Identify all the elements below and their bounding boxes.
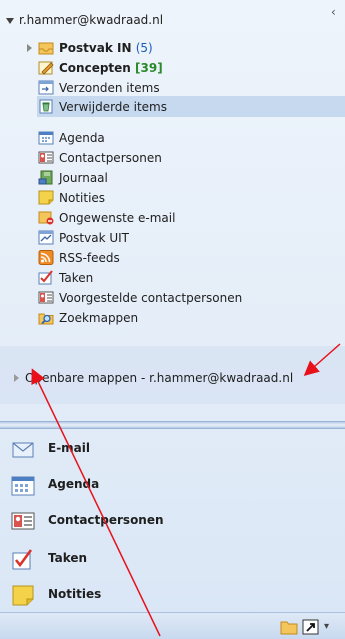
expand-triangle-icon[interactable] (27, 44, 32, 52)
rss-icon (38, 250, 54, 265)
minimize-pane-icon[interactable]: ‹ (331, 6, 336, 18)
configure-buttons-icon[interactable]: ▾ (324, 621, 329, 632)
unread-count: (5) (135, 41, 153, 55)
folder-item-verwijderde-items[interactable]: Verwijderde items (0, 97, 345, 117)
drafts-icon (38, 61, 54, 75)
public-folders-node[interactable]: Openbare mappen - r.hammer@kwadraad.nl (14, 370, 293, 386)
folder-label: RSS-feeds (59, 251, 120, 265)
account-email: r.hammer@kwadraad.nl (19, 13, 164, 27)
folder-item-agenda[interactable]: Agenda (0, 128, 345, 148)
navigation-pane: ‹ r.hammer@kwadraad.nl Postvak IN (5) Co… (0, 0, 345, 639)
suggested-contacts-icon (38, 291, 54, 304)
folder-item-ongewenste-e-mail[interactable]: Ongewenste e-mail (0, 208, 345, 228)
folder-label: Postvak IN (59, 41, 132, 55)
contacts-icon (38, 151, 54, 164)
folder-item-postvak-uit[interactable]: Postvak UIT (0, 228, 345, 248)
pane-splitter[interactable] (0, 421, 345, 429)
folder-item-concepten[interactable]: Concepten [39] (0, 58, 345, 78)
junk-mail-icon (38, 211, 54, 225)
nav-label: Agenda (48, 477, 100, 491)
calendar-icon (11, 476, 35, 496)
folder-label: Ongewenste e-mail (59, 211, 176, 225)
folder-label: Concepten (59, 61, 131, 75)
calendar-icon (38, 131, 54, 145)
search-folders-icon (38, 313, 54, 325)
folder-item-verzonden-items[interactable]: Verzonden items (0, 78, 345, 98)
folder-item-journaal[interactable]: Journaal (0, 168, 345, 188)
nav-label: E-mail (48, 441, 91, 455)
outbox-icon (38, 230, 54, 245)
notes-icon (12, 585, 34, 606)
item-count: [39] (135, 61, 163, 75)
expand-triangle-icon[interactable] (14, 374, 19, 382)
contacts-icon (11, 512, 35, 530)
sent-items-icon (38, 80, 54, 95)
folder-item-taken[interactable]: Taken (0, 268, 345, 288)
account-node[interactable]: r.hammer@kwadraad.nl (6, 12, 163, 28)
folder-label: Notities (59, 191, 106, 205)
nav-button-e-mail[interactable]: E-mail (0, 431, 345, 467)
nav-button-notities[interactable]: Notities (0, 577, 345, 613)
inbox-icon (38, 42, 54, 55)
folder-item-rss-feeds[interactable]: RSS-feeds (0, 248, 345, 268)
notes-icon (38, 190, 54, 205)
folder-label: Voorgestelde contactpersonen (59, 291, 243, 305)
folder-item-notities[interactable]: Notities (0, 188, 345, 208)
folder-item-postvak-in[interactable]: Postvak IN (5) (0, 38, 345, 58)
folder-label: Verwijderde items (59, 100, 167, 114)
tasks-icon (38, 270, 53, 285)
folder-list-icon[interactable] (280, 619, 298, 635)
folder-label: Zoekmappen (59, 311, 139, 325)
folder-item-contactpersonen[interactable]: Contactpersonen (0, 148, 345, 168)
folder-label: Agenda (59, 131, 105, 145)
nav-button-contactpersonen[interactable]: Contactpersonen (0, 503, 345, 539)
nav-overflow-bar: ▾ (0, 612, 345, 639)
public-folders-label: Openbare mappen - r.hammer@kwadraad.nl (25, 371, 294, 385)
tasks-icon (12, 549, 33, 570)
folder-label: Postvak UIT (59, 231, 129, 245)
nav-label: Notities (48, 587, 102, 601)
shortcuts-icon[interactable] (302, 619, 320, 635)
folder-item-voorgestelde-contactpersonen[interactable]: Voorgestelde contactpersonen (0, 288, 345, 308)
folder-label: Contactpersonen (59, 151, 162, 165)
nav-button-agenda[interactable]: Agenda (0, 467, 345, 503)
folder-label: Journaal (59, 171, 108, 185)
folder-label: Taken (59, 271, 94, 285)
deleted-items-icon (39, 99, 53, 114)
nav-label: Taken (48, 551, 88, 565)
expanded-triangle-icon[interactable] (6, 18, 14, 24)
folder-item-zoekmappen[interactable]: Zoekmappen (0, 308, 345, 328)
nav-label: Contactpersonen (48, 513, 164, 527)
journal-icon (38, 170, 53, 185)
nav-button-taken[interactable]: Taken (0, 541, 345, 577)
folder-label: Verzonden items (59, 81, 160, 95)
mail-icon (12, 442, 34, 458)
